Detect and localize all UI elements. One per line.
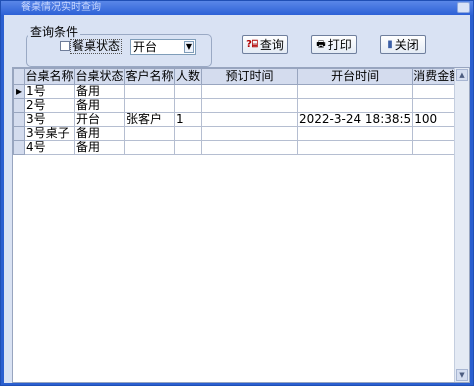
table-cell[interactable] (124, 98, 175, 113)
table-cell[interactable]: 3号桌子 (24, 126, 75, 141)
query-conditions-caption: 查询条件 (28, 25, 81, 39)
table-row[interactable]: ▸ 1号 备用 (13, 84, 463, 99)
table-status-checkbox-label[interactable]: 餐桌状态 (70, 39, 123, 54)
column-header[interactable]: 台桌名称 (24, 68, 75, 85)
column-header[interactable]: 开台时间 (296, 68, 414, 85)
query-button[interactable]: ?⌸ 查询 (242, 35, 288, 54)
exit-door-icon: ▮ (387, 38, 393, 50)
table-cell[interactable]: 备用 (74, 98, 125, 113)
table-cell[interactable] (201, 84, 298, 99)
print-button[interactable]: 🖶 打印 (311, 35, 357, 54)
table-cell[interactable] (201, 126, 298, 141)
client-area: 查询条件 餐桌状态 开台 ▼ ?⌸ 查询 🖶 打印 ▮ 关闭 台桌名称 台桌状态… (4, 15, 470, 383)
close-button-label: 关闭 (394, 38, 419, 52)
print-button-label: 打印 (327, 38, 352, 52)
table-cell[interactable]: 1 (174, 112, 202, 127)
table-cell[interactable] (174, 126, 202, 141)
title-bar[interactable]: 餐桌情况实时查询 (1, 1, 473, 15)
column-header[interactable]: 人数 (174, 68, 202, 85)
table-cell[interactable]: 备用 (74, 84, 125, 99)
table-cell[interactable] (201, 112, 298, 127)
printer-icon: 🖶 (316, 38, 326, 50)
table-cell[interactable] (201, 98, 298, 113)
tables-grid-table: 台桌名称 台桌状态 客户名称 人数 预订时间 开台时间 消费金额 ▸ 1号 备用 (13, 68, 463, 155)
main-window: 餐桌情况实时查询 查询条件 餐桌状态 开台 ▼ ?⌸ 查询 🖶 打印 ▮ 关闭 (0, 0, 474, 386)
table-cell[interactable]: 3号 (24, 112, 75, 127)
table-cell[interactable]: 张客户 (124, 112, 175, 127)
window-title: 餐桌情况实时查询 (21, 2, 101, 13)
column-header[interactable]: 台桌状态 (74, 68, 125, 85)
table-cell[interactable]: 备用 (74, 140, 125, 155)
table-cell[interactable] (201, 140, 298, 155)
table-row[interactable]: 4号 备用 (13, 140, 463, 155)
table-cell[interactable] (174, 140, 202, 155)
query-button-label: 查询 (259, 38, 284, 52)
chevron-down-icon[interactable]: ▼ (184, 41, 194, 53)
table-cell[interactable] (124, 140, 175, 155)
column-header[interactable]: 客户名称 (124, 68, 175, 85)
scroll-down-arrow-icon[interactable]: ▼ (456, 369, 468, 381)
table-cell[interactable] (174, 98, 202, 113)
table-cell[interactable]: 4号 (24, 140, 75, 155)
vertical-scrollbar[interactable]: ▲ ▼ (454, 68, 469, 382)
table-status-checkbox[interactable] (60, 41, 70, 51)
table-status-select-value: 开台 (133, 40, 158, 54)
table-cell[interactable] (124, 126, 175, 141)
table-cell[interactable]: 备用 (74, 126, 125, 141)
close-button[interactable]: ▮ 关闭 (380, 35, 426, 54)
row-indicator (13, 112, 25, 127)
query-icon: ?⌸ (246, 38, 258, 50)
current-row-indicator-icon: ▸ (13, 84, 25, 99)
table-row[interactable]: 2号 备用 (13, 98, 463, 113)
table-cell[interactable] (296, 140, 414, 155)
table-cell[interactable] (174, 84, 202, 99)
table-cell[interactable] (296, 126, 414, 141)
grid-header-row: 台桌名称 台桌状态 客户名称 人数 预订时间 开台时间 消费金额 (13, 68, 463, 85)
table-cell[interactable]: 2号 (24, 98, 75, 113)
row-indicator (13, 98, 25, 113)
column-header[interactable]: 预订时间 (201, 68, 298, 85)
query-toolbar: 查询条件 餐桌状态 开台 ▼ ?⌸ 查询 🖶 打印 ▮ 关闭 (4, 15, 470, 68)
table-cell[interactable]: 开台 (74, 112, 125, 127)
table-row[interactable]: 3号桌子 备用 (13, 126, 463, 141)
table-cell[interactable] (124, 84, 175, 99)
row-indicator (13, 126, 25, 141)
row-indicator-header (13, 68, 25, 85)
table-cell[interactable]: 2022-3-24 18:38:5 (296, 112, 414, 127)
table-cell[interactable] (296, 84, 414, 99)
window-close-button[interactable] (457, 2, 470, 13)
scroll-up-arrow-icon[interactable]: ▲ (456, 69, 468, 81)
table-status-select[interactable]: 开台 ▼ (130, 39, 196, 55)
tables-data-grid[interactable]: 台桌名称 台桌状态 客户名称 人数 预订时间 开台时间 消费金额 ▸ 1号 备用 (12, 67, 470, 383)
table-cell[interactable] (296, 98, 414, 113)
table-cell[interactable]: 1号 (24, 84, 75, 99)
table-row[interactable]: 3号 开台 张客户 1 2022-3-24 18:38:5 100 (13, 112, 463, 127)
row-indicator (13, 140, 25, 155)
